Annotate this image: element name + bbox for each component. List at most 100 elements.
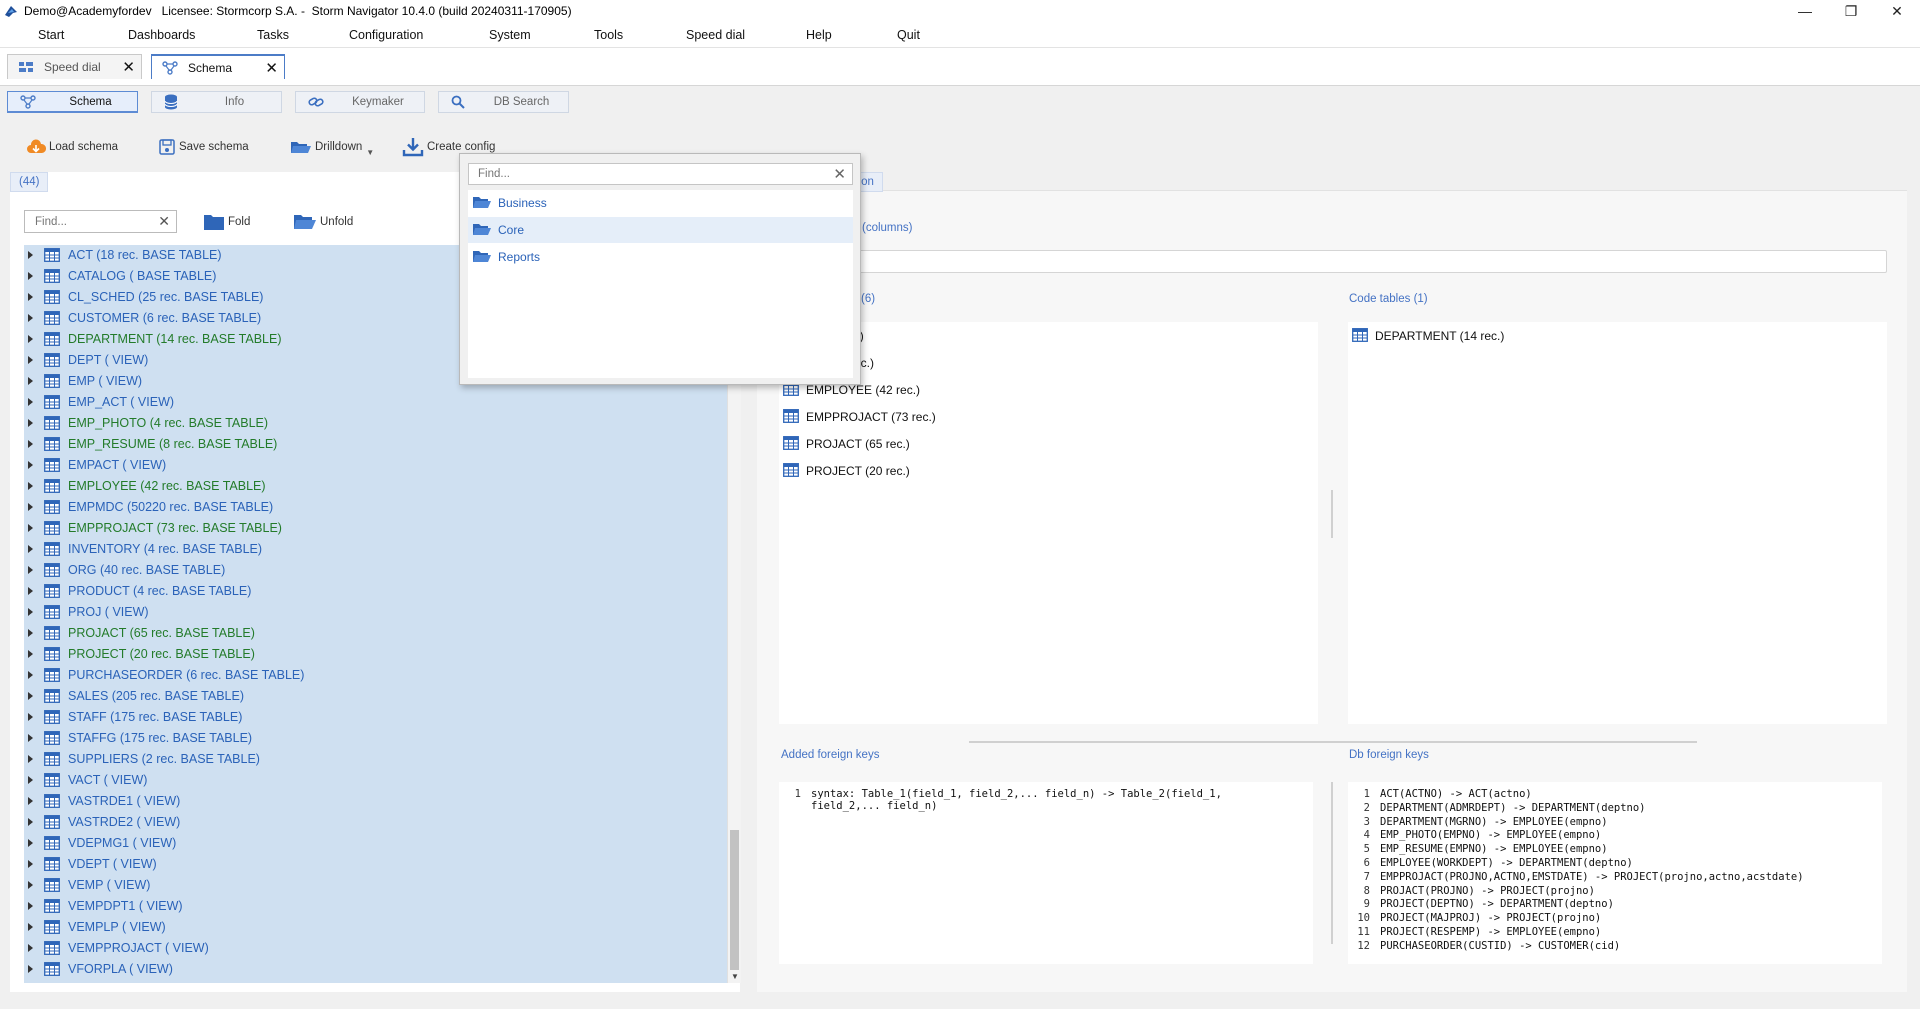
tree-item[interactable]: VDEPT ( VIEW) xyxy=(24,854,727,875)
close-window-button[interactable]: ✕ xyxy=(1874,0,1920,22)
unfold-button[interactable]: Unfold xyxy=(293,211,353,233)
tree-item[interactable]: VACT ( VIEW) xyxy=(24,770,727,791)
popup-find-box[interactable]: ✕ xyxy=(468,163,853,185)
fk-splitter[interactable] xyxy=(1331,782,1333,944)
tree-item[interactable]: SALES (205 rec. BASE TABLE) xyxy=(24,686,727,707)
expand-arrow-icon[interactable] xyxy=(28,293,33,301)
expand-arrow-icon[interactable] xyxy=(28,440,33,448)
tree-item[interactable]: VASTRDE1 ( VIEW) xyxy=(24,791,727,812)
minimize-button[interactable]: — xyxy=(1782,0,1828,22)
code-tables-list[interactable]: DEPARTMENT (14 rec.) xyxy=(1348,322,1887,724)
expand-arrow-icon[interactable] xyxy=(28,314,33,322)
tree-item[interactable]: VEMPDPT1 ( VIEW) xyxy=(24,896,727,917)
expand-arrow-icon[interactable] xyxy=(28,335,33,343)
maximize-button[interactable]: ❐ xyxy=(1828,0,1874,22)
menu-start[interactable]: Start xyxy=(38,28,64,42)
popup-folder-item[interactable]: Core xyxy=(468,217,853,243)
expand-arrow-icon[interactable] xyxy=(28,965,33,973)
tree-item[interactable]: VASTRDE2 ( VIEW) xyxy=(24,812,727,833)
expand-arrow-icon[interactable] xyxy=(28,923,33,931)
expand-arrow-icon[interactable] xyxy=(28,629,33,637)
menu-speed-dial[interactable]: Speed dial xyxy=(686,28,745,42)
tree-item[interactable]: EMPLOYEE (42 rec. BASE TABLE) xyxy=(24,476,727,497)
expand-arrow-icon[interactable] xyxy=(28,860,33,868)
fold-button[interactable]: Fold xyxy=(203,211,250,233)
scroll-down-icon[interactable]: ▼ xyxy=(731,972,739,981)
clear-icon[interactable]: ✕ xyxy=(158,213,170,230)
tree-item[interactable]: PRODUCT (4 rec. BASE TABLE) xyxy=(24,581,727,602)
expand-arrow-icon[interactable] xyxy=(28,398,33,406)
expand-arrow-icon[interactable] xyxy=(28,818,33,826)
tree-item[interactable]: PROJECT (20 rec. BASE TABLE) xyxy=(24,644,727,665)
tree-search-input[interactable] xyxy=(25,211,155,232)
tree-item[interactable]: VEMP ( VIEW) xyxy=(24,875,727,896)
expand-arrow-icon[interactable] xyxy=(28,776,33,784)
added-fk-editor[interactable]: 1 syntax: Table_1(field_1, field_2,... f… xyxy=(779,782,1313,964)
table-list-item[interactable]: DEPARTMENT (14 rec.) xyxy=(1352,327,1504,345)
relation-input[interactable] xyxy=(770,250,1887,273)
tree-item[interactable]: STAFFG (175 rec. BASE TABLE) xyxy=(24,728,727,749)
tree-item[interactable]: EMP_RESUME (8 rec. BASE TABLE) xyxy=(24,434,727,455)
expand-arrow-icon[interactable] xyxy=(28,839,33,847)
expand-arrow-icon[interactable] xyxy=(28,482,33,490)
tree-item[interactable]: INVENTORY (4 rec. BASE TABLE) xyxy=(24,539,727,560)
subtab-db-search[interactable]: DB Search xyxy=(438,91,569,113)
tree-item[interactable]: PROJACT (65 rec. BASE TABLE) xyxy=(24,623,727,644)
expand-arrow-icon[interactable] xyxy=(28,713,33,721)
save-schema-button[interactable]: Save schema xyxy=(158,133,249,161)
menu-dashboards[interactable]: Dashboards xyxy=(128,28,195,42)
expand-arrow-icon[interactable] xyxy=(28,503,33,511)
subtab-info[interactable]: Info xyxy=(151,91,282,113)
expand-arrow-icon[interactable] xyxy=(28,251,33,259)
tree-item[interactable]: ORG (40 rec. BASE TABLE) xyxy=(24,560,727,581)
close-tab-icon[interactable]: ✕ xyxy=(265,59,278,77)
expand-arrow-icon[interactable] xyxy=(28,650,33,658)
load-schema-button[interactable]: Load schema xyxy=(26,133,118,161)
db-fk-viewer[interactable]: 1 ACT(ACTNO) -> ACT(actno) 2 DEPARTMENT(ADM… xyxy=(1348,782,1882,964)
expand-arrow-icon[interactable] xyxy=(28,587,33,595)
vertical-splitter[interactable] xyxy=(1331,490,1333,538)
popup-folder-item[interactable]: Reports xyxy=(468,244,853,270)
columns-link[interactable]: (columns) xyxy=(862,222,912,234)
clear-icon[interactable]: ✕ xyxy=(833,165,846,183)
expand-arrow-icon[interactable] xyxy=(28,608,33,616)
expand-arrow-icon[interactable] xyxy=(28,797,33,805)
drilldown-button[interactable]: Drilldown ▼ xyxy=(290,133,374,161)
tab-speed-dial[interactable]: Speed dial ✕ xyxy=(7,54,142,79)
table-list-item[interactable]: PROJACT (65 rec.) xyxy=(783,435,910,453)
table-count-tab[interactable]: (44) xyxy=(10,172,49,192)
table-list-item[interactable]: PROJECT (20 rec.) xyxy=(783,462,910,480)
close-tab-icon[interactable]: ✕ xyxy=(122,58,135,76)
expand-arrow-icon[interactable] xyxy=(28,692,33,700)
tab-schema[interactable]: Schema ✕ xyxy=(151,54,285,79)
tree-item[interactable]: EMPMDC (50220 rec. BASE TABLE) xyxy=(24,497,727,518)
expand-arrow-icon[interactable] xyxy=(28,566,33,574)
tree-item[interactable]: EMP_PHOTO (4 rec. BASE TABLE) xyxy=(24,413,727,434)
menu-help[interactable]: Help xyxy=(806,28,832,42)
expand-arrow-icon[interactable] xyxy=(28,545,33,553)
expand-arrow-icon[interactable] xyxy=(28,755,33,763)
expand-arrow-icon[interactable] xyxy=(28,356,33,364)
tree-item[interactable]: VEMPLP ( VIEW) xyxy=(24,917,727,938)
expand-arrow-icon[interactable] xyxy=(28,377,33,385)
scrollbar-thumb[interactable] xyxy=(730,830,739,970)
popup-search-input[interactable] xyxy=(469,164,819,184)
popup-folder-item[interactable]: Business xyxy=(468,190,853,216)
expand-arrow-icon[interactable] xyxy=(28,461,33,469)
tree-find-box[interactable]: ✕ xyxy=(24,210,177,233)
menu-system[interactable]: System xyxy=(489,28,531,42)
expand-arrow-icon[interactable] xyxy=(28,272,33,280)
expand-arrow-icon[interactable] xyxy=(28,944,33,952)
subtab-schema[interactable]: Schema xyxy=(7,91,138,113)
table-list-item[interactable]: EMPPROJACT (73 rec.) xyxy=(783,408,936,426)
expand-arrow-icon[interactable] xyxy=(28,902,33,910)
expand-arrow-icon[interactable] xyxy=(28,734,33,742)
tree-item[interactable]: SUPPLIERS (2 rec. BASE TABLE) xyxy=(24,749,727,770)
tree-item[interactable]: PURCHASEORDER (6 rec. BASE TABLE) xyxy=(24,665,727,686)
tree-item[interactable]: EMPPROJACT (73 rec. BASE TABLE) xyxy=(24,518,727,539)
menu-configuration[interactable]: Configuration xyxy=(349,28,423,42)
tree-item[interactable]: VFORPLA ( VIEW) xyxy=(24,959,727,980)
tree-item[interactable]: EMPACT ( VIEW) xyxy=(24,455,727,476)
tree-item[interactable]: PROJ ( VIEW) xyxy=(24,602,727,623)
tree-item[interactable]: EMP_ACT ( VIEW) xyxy=(24,392,727,413)
